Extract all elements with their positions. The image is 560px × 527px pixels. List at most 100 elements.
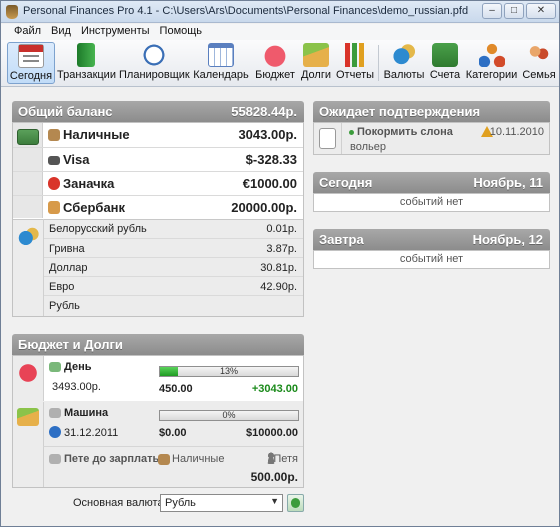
budget-remaining: +3043.00: [251, 383, 298, 395]
currency-row[interactable]: Евро 42.90р.: [44, 276, 303, 296]
currency-row[interactable]: Доллар 30.81р.: [44, 257, 303, 277]
envelope-icon: [49, 454, 61, 464]
currency-rate: 42.90р.: [260, 281, 297, 293]
toolbar-label: Планировщик: [119, 69, 190, 81]
currency-rate: 3.87р.: [266, 243, 297, 255]
toolbar-calendar-button[interactable]: Календарь: [193, 42, 249, 84]
currency-row[interactable]: Гривна 3.87р.: [44, 238, 303, 258]
clock-icon: [49, 426, 61, 438]
toolbar-label: Валюты: [383, 69, 425, 81]
app-window: Personal Finances Pro 4.1 - C:\Users\Ars…: [0, 0, 560, 527]
menu-view[interactable]: Вид: [46, 24, 76, 40]
toolbar-label: Долги: [300, 69, 332, 81]
menu-tools[interactable]: Инструменты: [76, 24, 155, 40]
piggy-bank-icon: [262, 43, 288, 67]
calendar-today-icon: [18, 44, 44, 68]
currency-name: Евро: [49, 281, 75, 293]
today-empty: событий нет: [399, 196, 464, 208]
clock-icon: [141, 43, 167, 67]
pending-sub: вольер: [350, 141, 386, 153]
account-value: 20000.00р.: [231, 200, 297, 215]
tomorrow-header: Завтра Ноябрь, 12: [313, 229, 550, 250]
budget-spent: 450.00: [159, 383, 193, 395]
wallet-icon: [432, 43, 458, 67]
menu-help[interactable]: Помощь: [155, 24, 208, 40]
toolbar-categories-button[interactable]: Категории: [464, 42, 519, 84]
money-hand-icon: [303, 43, 329, 67]
currency-exchange-button[interactable]: [287, 494, 304, 512]
money-hand-icon: [17, 408, 39, 426]
account-name: Заначка: [63, 176, 115, 191]
toolbar-label: Отчеты: [336, 69, 375, 81]
toolbar-label: Категории: [465, 69, 518, 81]
budget-target: $10000.00: [246, 427, 298, 439]
today-panel: событий нет: [313, 193, 550, 212]
main-currency-value: Рубль: [165, 497, 196, 509]
main-currency-select[interactable]: Рубль ▼: [160, 494, 283, 512]
toolbar-reports-button[interactable]: Отчеты: [336, 42, 374, 84]
piggy-bank-icon: [17, 362, 39, 384]
debt-item[interactable]: Пете до зарплаты Наличные Петя 500.00р.: [43, 446, 303, 487]
account-row[interactable]: Сбербанк 20000.00р.: [13, 195, 303, 219]
toolbar-debts-button[interactable]: Долги: [300, 42, 332, 84]
toolbar-label: Календарь: [193, 69, 249, 81]
toolbar-today-button[interactable]: Сегодня: [7, 42, 55, 84]
minimize-button[interactable]: –: [482, 3, 502, 19]
tomorrow-panel: событий нет: [313, 250, 550, 269]
currency-rate: 0.01р.: [266, 223, 297, 235]
cash-icon: [158, 454, 170, 465]
categories-icon: [478, 43, 505, 67]
chart-icon: [342, 43, 368, 67]
today-title: Сегодня: [319, 175, 373, 190]
status-dot-icon: [349, 130, 354, 135]
notepad-icon: [319, 128, 336, 149]
pending-panel: Покормить слона вольер 10.11.2010: [313, 122, 550, 155]
budget-name: День: [64, 361, 92, 373]
account-name: Visa: [63, 152, 90, 167]
tomorrow-date: Ноябрь, 12: [472, 232, 543, 247]
debt-amount: 500.00р.: [250, 470, 298, 484]
currency-row[interactable]: Белорусский рубль 0.01р.: [44, 219, 303, 239]
progress-percent: 13%: [219, 366, 238, 376]
budget-spent: $0.00: [159, 427, 187, 439]
toolbar-currencies-button[interactable]: Валюты: [382, 42, 426, 84]
debt-name: Пете до зарплаты: [64, 453, 162, 465]
toolbar-label: Семья: [522, 69, 556, 81]
pending-name: Покормить слона: [357, 126, 453, 138]
toolbar-label: Бюджет: [255, 69, 295, 81]
pending-date: 10.11.2010: [489, 126, 544, 138]
debt-account: Наличные: [172, 453, 225, 465]
budget-progress-bar: 13%: [159, 366, 299, 377]
debt-person: Петя: [273, 453, 298, 465]
currency-exchange-icon: [17, 227, 39, 247]
toolbar-budget-button[interactable]: Бюджет: [253, 42, 297, 84]
budget-item-day[interactable]: День 3493.00р. 13% 450.00 +3043.00: [43, 356, 303, 401]
budget-item-car[interactable]: Машина 31.12.2011 0% $0.00 $10000.00: [43, 402, 303, 446]
toolbar-planner-button[interactable]: Планировщик: [119, 42, 190, 84]
account-name: Сбербанк: [63, 200, 126, 215]
account-row[interactable]: Наличные 3043.00р.: [13, 123, 303, 147]
currency-name: Рубль: [49, 300, 80, 312]
balance-header: Общий баланс 55828.44р.: [12, 101, 304, 122]
toolbar-family-button[interactable]: Семья: [521, 42, 557, 84]
toolbar-label: Транзакции: [57, 69, 116, 81]
menu-file[interactable]: Файл: [9, 24, 46, 40]
bank-icon: [48, 201, 60, 214]
menu-bar: Файл Вид Инструменты Помощь: [1, 24, 559, 40]
tomorrow-empty: событий нет: [399, 253, 464, 265]
toolbar-accounts-button[interactable]: Счета: [429, 42, 461, 84]
toolbar-transactions-button[interactable]: Транзакции: [57, 42, 116, 84]
budget-name: Машина: [64, 407, 109, 419]
card-icon: [48, 156, 60, 165]
toolbar: Сегодня Транзакции Планировщик Календарь…: [1, 40, 559, 87]
maximize-button[interactable]: □: [504, 3, 524, 19]
account-value: €1000.00: [242, 176, 297, 191]
account-row[interactable]: Заначка €1000.00: [13, 171, 303, 195]
close-button[interactable]: ✕: [526, 3, 556, 19]
currency-exchange-icon: [291, 498, 300, 508]
currency-row[interactable]: Рубль: [44, 295, 303, 315]
account-row[interactable]: Visa $-328.33: [13, 147, 303, 171]
envelope-icon: [49, 408, 61, 418]
budget-progress-bar: 0%: [159, 410, 299, 421]
pending-item[interactable]: Покормить слона вольер 10.11.2010: [341, 123, 549, 154]
